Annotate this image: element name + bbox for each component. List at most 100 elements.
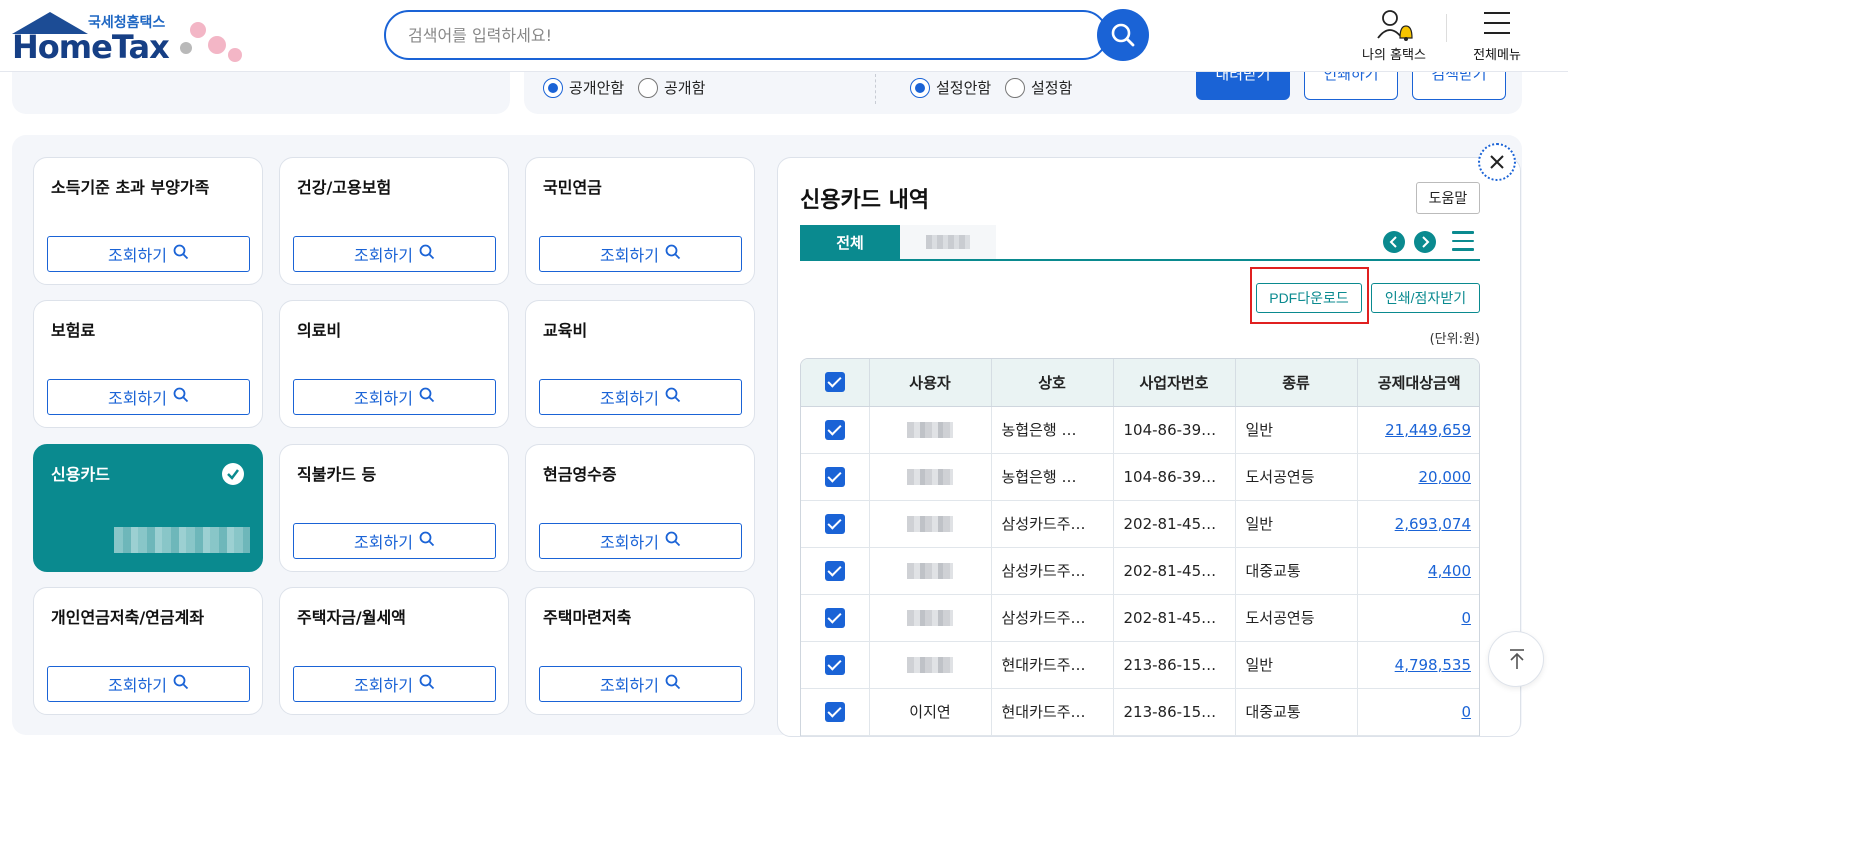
- row-checkbox[interactable]: [824, 654, 845, 675]
- category-card[interactable]: 보험료조회하기: [33, 300, 263, 428]
- lookup-button[interactable]: 조회하기: [539, 236, 742, 272]
- category-title: 현금영수증: [543, 465, 617, 484]
- amount-link[interactable]: 2,693,074: [1395, 515, 1471, 533]
- amount-link[interactable]: 0: [1461, 703, 1471, 721]
- table-row[interactable]: 농협은행 … 104-86-39… 도서공연등 20,000: [801, 453, 1479, 501]
- radio-private[interactable]: 공개안함: [543, 77, 624, 98]
- radio-not-set[interactable]: 설정안함: [910, 77, 991, 98]
- lookup-button[interactable]: 조회하기: [539, 666, 742, 702]
- bizno-cell: 202-81-45…: [1113, 500, 1236, 548]
- amount-link[interactable]: 20,000: [1419, 468, 1472, 486]
- search-input[interactable]: [386, 12, 1066, 58]
- category-card[interactable]: 주택마련저축 조회하기: [525, 587, 755, 715]
- table-row[interactable]: 이지연 현대카드주… 213-86-15… 대중교통 0: [801, 688, 1479, 736]
- next-button[interactable]: [1414, 231, 1436, 253]
- column-header[interactable]: 사용자: [869, 359, 992, 407]
- table-row[interactable]: 현대카드주… 213-86-15… 일반 4,798,535: [801, 641, 1479, 689]
- category-card[interactable]: 현금영수증조회하기: [525, 444, 755, 572]
- row-checkbox[interactable]: [824, 513, 845, 534]
- chevron-right-icon: [1422, 236, 1430, 248]
- lookup-button[interactable]: 조회하기: [47, 666, 250, 702]
- column-header[interactable]: 상호: [991, 359, 1114, 407]
- my-hometax-link[interactable]: 나의 홈택스: [1352, 6, 1436, 66]
- tab-redacted[interactable]: [900, 225, 996, 259]
- lookup-button[interactable]: 조회하기: [293, 379, 496, 415]
- pdf-download-button[interactable]: PDF다운로드: [1256, 283, 1362, 313]
- lookup-button[interactable]: 조회하기: [293, 236, 496, 272]
- row-checkbox[interactable]: [824, 466, 845, 487]
- hometax-logo[interactable]: 국세청홈택스 HomeTax: [10, 10, 260, 68]
- column-header[interactable]: 종류: [1235, 359, 1358, 407]
- list-menu-button[interactable]: [1452, 231, 1474, 253]
- lookup-label: 조회하기: [354, 248, 413, 265]
- category-card[interactable]: 신용카드: [33, 444, 263, 572]
- amount-link[interactable]: 4,400: [1428, 562, 1471, 580]
- kind-cell: 일반: [1235, 406, 1358, 454]
- scroll-top-button[interactable]: [1488, 631, 1544, 687]
- category-card[interactable]: 의료비조회하기: [279, 300, 509, 428]
- lookup-button[interactable]: 조회하기: [293, 523, 496, 559]
- lookup-button[interactable]: 조회하기: [47, 379, 250, 415]
- kind-cell: 대중교통: [1235, 547, 1358, 595]
- blossom-decoration: [180, 42, 192, 54]
- lookup-label: 조회하기: [600, 391, 659, 408]
- category-title: 보험료: [51, 321, 96, 340]
- redacted-user: [907, 422, 953, 438]
- category-card[interactable]: 국민연금 조회하기: [525, 157, 755, 285]
- receive-button[interactable]: 검색받기: [1412, 68, 1506, 100]
- table-row[interactable]: 삼성카드주… 202-81-45… 도서공연등 0: [801, 594, 1479, 642]
- radio-label: 설정안함: [936, 79, 992, 97]
- row-select-cell: [801, 500, 870, 548]
- store-cell: 삼성카드주…: [991, 594, 1114, 642]
- help-button[interactable]: 도움말: [1416, 182, 1480, 214]
- amount-link[interactable]: 21,449,659: [1385, 421, 1471, 439]
- category-card[interactable]: 주택자금/월세액 조회하기: [279, 587, 509, 715]
- all-menu-button[interactable]: 전체메뉴: [1462, 6, 1532, 66]
- amount-link[interactable]: 4,798,535: [1395, 656, 1471, 674]
- user-bell-icon: [1377, 10, 1413, 41]
- print-top-button[interactable]: 인쇄하기: [1304, 68, 1398, 100]
- all-menu-label: 전체메뉴: [1473, 48, 1521, 63]
- store-cell: 삼성카드주…: [991, 547, 1114, 595]
- close-button[interactable]: [1478, 143, 1516, 181]
- select-all-checkbox[interactable]: [824, 372, 845, 393]
- search-icon: [1111, 23, 1135, 47]
- prev-button[interactable]: [1383, 231, 1405, 253]
- amount-cell: 0: [1357, 594, 1479, 642]
- column-header[interactable]: 공제대상금액: [1357, 359, 1479, 407]
- column-header[interactable]: 사업자번호: [1113, 359, 1236, 407]
- category-card[interactable]: 개인연금저축/연금계좌 조회하기: [33, 587, 263, 715]
- category-title: 의료비: [297, 321, 342, 340]
- search-button[interactable]: [1097, 9, 1149, 61]
- table-row[interactable]: 농협은행 … 104-86-39… 일반 21,449,659: [801, 406, 1479, 454]
- logo-brand-text: HomeTax: [12, 28, 170, 66]
- table-row[interactable]: 삼성카드주… 202-81-45… 일반 2,693,074: [801, 500, 1479, 548]
- redacted-user: [907, 610, 953, 626]
- lookup-button[interactable]: 조회하기: [293, 666, 496, 702]
- radio-public[interactable]: 공개함: [638, 77, 705, 98]
- lookup-button[interactable]: 조회하기: [47, 236, 250, 272]
- lookup-button[interactable]: 조회하기: [539, 379, 742, 415]
- category-card[interactable]: 직불카드 등 조회하기: [279, 444, 509, 572]
- tab-all[interactable]: 전체: [800, 225, 900, 259]
- row-checkbox[interactable]: [824, 701, 845, 722]
- print-braille-button[interactable]: 인쇄/점자받기: [1371, 283, 1480, 313]
- download-button[interactable]: 내려받기: [1196, 68, 1290, 100]
- category-card[interactable]: 교육비 조회하기: [525, 300, 755, 428]
- kind-cell: 일반: [1235, 500, 1358, 548]
- search-field[interactable]: [384, 10, 1108, 60]
- category-card[interactable]: 소득기준 초과 부양가족 조회하기: [33, 157, 263, 285]
- row-checkbox[interactable]: [824, 419, 845, 440]
- detail-tabs: 전체: [800, 225, 1480, 261]
- row-checkbox[interactable]: [824, 560, 845, 581]
- amount-link[interactable]: 0: [1461, 609, 1471, 627]
- table-row[interactable]: 삼성카드주… 202-81-45… 대중교통 4,400: [801, 547, 1479, 595]
- unit-label: (단위:원): [1429, 332, 1480, 347]
- lookup-button[interactable]: 조회하기: [539, 523, 742, 559]
- bizno-cell: 213-86-15…: [1113, 641, 1236, 689]
- category-card[interactable]: 건강/고용보험 조회하기: [279, 157, 509, 285]
- radio-set[interactable]: 설정함: [1005, 77, 1072, 98]
- search-icon: [665, 531, 681, 552]
- radio-dot: [910, 77, 930, 98]
- row-checkbox[interactable]: [824, 607, 845, 628]
